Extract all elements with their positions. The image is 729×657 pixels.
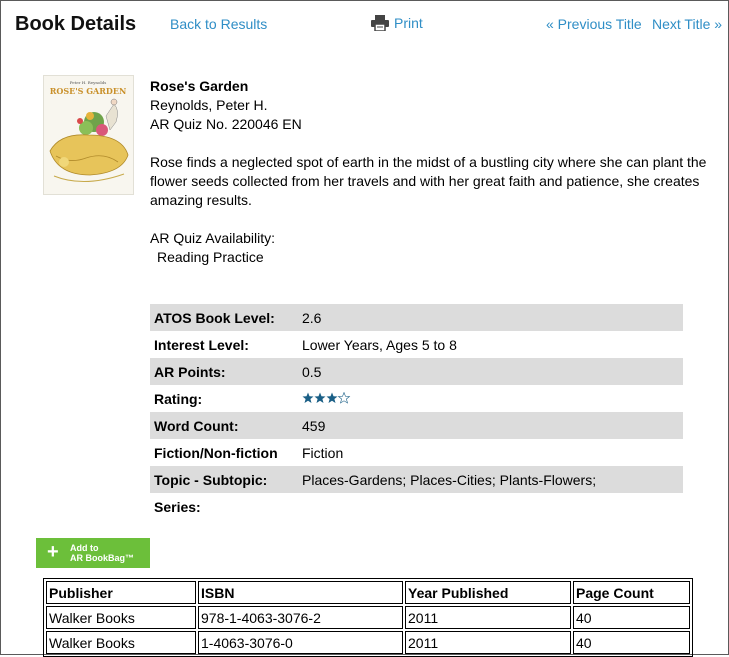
book-info: Rose's Garden Reynolds, Peter H. AR Quiz… (150, 77, 302, 134)
book-cover-image: Peter H. Reynolds ROSE'S GARDEN (43, 75, 134, 195)
back-to-results-link[interactable]: Back to Results (170, 16, 267, 32)
publisher-table: Publisher ISBN Year Published Page Count… (43, 578, 693, 657)
attr-label: Rating: (154, 390, 203, 407)
attr-value: Lower Years, Ages 5 to 8 (302, 336, 457, 353)
attr-row: Series: (150, 493, 683, 520)
attr-value: Places-Gardens; Places-Cities; Plants-Fl… (298, 466, 683, 493)
col-header-year: Year Published (405, 581, 571, 604)
header-bar: Book Details Back to Results Print « Pre… (0, 0, 729, 50)
publisher-header-row: Publisher ISBN Year Published Page Count (46, 581, 690, 604)
next-title-link[interactable]: Next Title » (652, 16, 722, 32)
attr-row: Word Count: 459 (150, 412, 683, 439)
year-cell: 2011 (405, 606, 571, 629)
attr-value: Fiction (302, 444, 344, 461)
attr-label: Interest Level: (154, 336, 249, 353)
quiz-number: AR Quiz No. 220046 EN (150, 116, 302, 132)
attr-label: Series: (154, 498, 201, 515)
attr-row: Fiction/Non-fiction Fiction (150, 439, 683, 466)
cover-illustration: Peter H. Reynolds ROSE'S GARDEN (44, 76, 133, 194)
rating-value (298, 385, 683, 412)
col-header-isbn: ISBN (198, 581, 403, 604)
bookbag-label-line2: AR BookBag™ (70, 553, 135, 563)
book-title: Rose's Garden (150, 78, 249, 94)
table-row: Walker Books 1-4063-3076-0 2011 40 (46, 631, 690, 654)
book-description: Rose finds a neglected spot of earth in … (150, 154, 707, 208)
attr-label: Fiction/Non-fiction (154, 444, 278, 461)
table-row: Walker Books 978-1-4063-3076-2 2011 40 (46, 606, 690, 629)
attr-row: ATOS Book Level: 2.6 (150, 304, 683, 331)
isbn-cell: 978-1-4063-3076-2 (198, 606, 403, 629)
year-cell: 2011 (405, 631, 571, 654)
page-count-cell: 40 (573, 606, 690, 629)
availability-label: AR Quiz Availability: (150, 230, 276, 246)
availability-value: Reading Practice (157, 249, 264, 265)
rating-stars-icon (302, 391, 352, 407)
attr-row: Rating: (150, 385, 683, 412)
bookbag-label-line1: Add to (70, 543, 99, 553)
attr-label: AR Points: (150, 358, 298, 385)
page-count-cell: 40 (573, 631, 690, 654)
page-title: Book Details (15, 13, 137, 35)
print-label: Print (394, 15, 423, 31)
col-header-page-count: Page Count (573, 581, 690, 604)
isbn-cell: 1-4063-3076-0 (198, 631, 403, 654)
attr-value: 459 (298, 412, 683, 439)
attr-value: 2.6 (298, 304, 683, 331)
quiz-availability: AR Quiz Availability: Reading Practice (150, 229, 275, 267)
attr-label: ATOS Book Level: (150, 304, 298, 331)
printer-icon (371, 15, 389, 31)
attr-value: 0.5 (298, 358, 683, 385)
print-link[interactable]: Print (371, 15, 423, 31)
attr-row: Topic - Subtopic: Places-Gardens; Places… (150, 466, 683, 493)
attr-label: Topic - Subtopic: (150, 466, 298, 493)
book-author: Reynolds, Peter H. (150, 97, 268, 113)
attr-row: Interest Level: Lower Years, Ages 5 to 8 (150, 331, 683, 358)
star-rating-graphic (302, 391, 351, 404)
add-to-bookbag-button[interactable]: + Add to AR BookBag™ (36, 538, 150, 568)
cover-title-text: ROSE'S GARDEN (50, 86, 127, 96)
publisher-cell: Walker Books (46, 631, 196, 654)
cover-author-text: Peter H. Reynolds (70, 80, 107, 85)
attr-label: Word Count: (150, 412, 298, 439)
attr-value (298, 493, 683, 520)
plus-icon: + (47, 541, 59, 563)
col-header-publisher: Publisher (46, 581, 196, 604)
book-attributes-table: ATOS Book Level: 2.6 Interest Level: Low… (150, 304, 683, 520)
publisher-cell: Walker Books (46, 606, 196, 629)
attr-row: AR Points: 0.5 (150, 358, 683, 385)
previous-title-link[interactable]: « Previous Title (546, 16, 642, 32)
